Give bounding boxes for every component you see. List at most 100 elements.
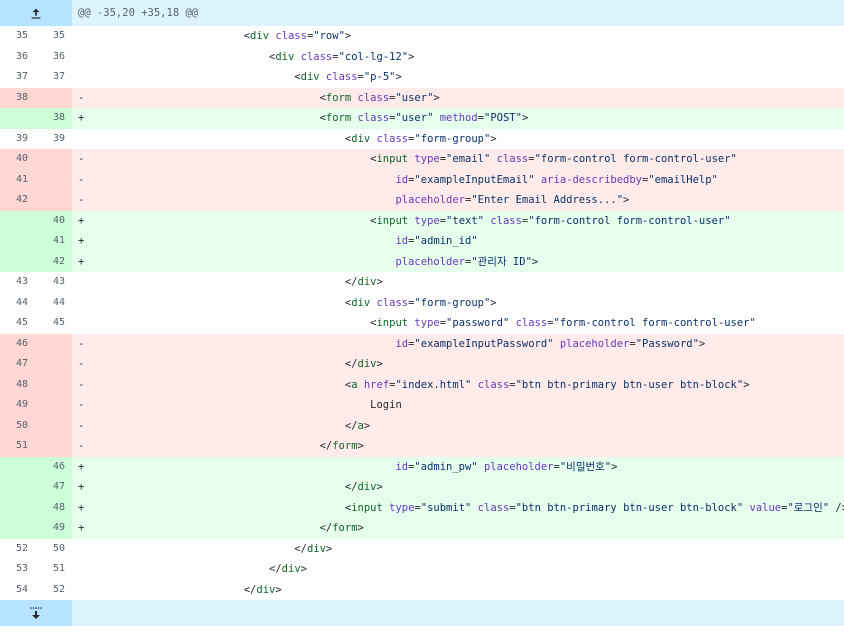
old-line-number[interactable]: 37: [0, 67, 35, 88]
new-line-number[interactable]: [35, 87, 72, 108]
new-line-number[interactable]: [35, 395, 72, 416]
diff-marker: -: [78, 337, 85, 350]
code-line: - <a href="index.html" class="btn btn-pr…: [72, 375, 844, 396]
old-line-number[interactable]: [0, 108, 35, 129]
old-line-number[interactable]: 48: [0, 374, 35, 395]
new-line-number[interactable]: 44: [35, 292, 72, 313]
code-token: "exampleInputPassword": [414, 337, 554, 350]
new-line-number[interactable]: 48: [35, 497, 72, 518]
code-token: type: [414, 317, 440, 329]
new-line-number[interactable]: [35, 354, 72, 375]
new-line-number[interactable]: 42: [35, 251, 72, 272]
new-line-number[interactable]: 47: [35, 477, 72, 498]
old-line-number[interactable]: 47: [0, 354, 35, 375]
old-line-number[interactable]: 54: [0, 579, 35, 600]
old-line-number[interactable]: 46: [0, 333, 35, 354]
code-token: </: [269, 563, 282, 575]
new-line-number[interactable]: 35: [35, 26, 72, 47]
old-line-number[interactable]: 39: [0, 128, 35, 149]
code-token: "col-lg-12": [338, 50, 409, 63]
new-line-number[interactable]: 46: [35, 456, 72, 477]
old-line-number[interactable]: 51: [0, 436, 35, 457]
diff-line: 50 - </a>: [0, 415, 844, 436]
diff-line: 45 45 <input type="password" class="form-…: [0, 313, 844, 334]
old-line-number[interactable]: 53: [0, 559, 35, 580]
new-line-number[interactable]: [35, 374, 72, 395]
new-line-number[interactable]: 50: [35, 538, 72, 559]
code-token: </: [344, 481, 358, 493]
code-line: <div class="form-group">: [72, 293, 844, 314]
new-line-number[interactable]: [35, 436, 72, 457]
code-token: div: [306, 542, 326, 555]
old-line-number[interactable]: 36: [0, 46, 35, 67]
old-line-number[interactable]: 45: [0, 313, 35, 334]
old-line-number[interactable]: 38: [0, 87, 35, 108]
old-line-number[interactable]: [0, 477, 35, 498]
old-line-number[interactable]: [0, 231, 35, 252]
code-token: placeholder: [395, 194, 465, 206]
old-line-number[interactable]: 41: [0, 169, 35, 190]
code-token: >: [275, 583, 282, 596]
expand-down-button[interactable]: [0, 600, 72, 626]
diff-line: 42 - placeholder="Enter Email Address..."…: [0, 190, 844, 211]
old-line-number[interactable]: 49: [0, 395, 35, 416]
new-line-number[interactable]: [35, 333, 72, 354]
code-token: class: [477, 378, 510, 391]
new-line-number[interactable]: 43: [35, 272, 72, 293]
code-token: >: [698, 337, 706, 350]
expand-up-button[interactable]: [0, 0, 72, 26]
code-token: >: [363, 419, 371, 432]
code-line: <div class="p-5">: [72, 67, 844, 88]
diff-marker: -: [78, 173, 85, 186]
code-token: class: [376, 132, 409, 145]
old-line-number[interactable]: 43: [0, 272, 35, 293]
code-token: >: [490, 132, 497, 145]
code-token: placeholder: [483, 460, 554, 473]
new-line-number[interactable]: 36: [35, 46, 72, 67]
diff-marker: [78, 67, 92, 88]
diff-marker: [78, 313, 92, 334]
new-line-number[interactable]: [35, 149, 72, 170]
old-line-number[interactable]: 44: [0, 292, 35, 313]
code-line: + <input type="submit" class="btn btn-pr…: [72, 498, 844, 519]
new-line-number[interactable]: [35, 190, 72, 211]
new-line-number[interactable]: 40: [35, 210, 72, 231]
old-line-number[interactable]: [0, 251, 35, 272]
code-line: - <form class="user">: [72, 88, 844, 109]
new-line-number[interactable]: 51: [35, 559, 72, 580]
new-line-number[interactable]: 45: [35, 313, 72, 334]
new-line-number[interactable]: 52: [35, 579, 72, 600]
old-line-number[interactable]: 42: [0, 190, 35, 211]
code-token: >: [376, 481, 383, 493]
diff-line: 48 + <input type="submit" class="btn btn-…: [0, 497, 844, 519]
old-line-number[interactable]: [0, 456, 35, 477]
new-line-number[interactable]: 39: [35, 128, 72, 149]
new-line-number[interactable]: 41: [35, 231, 72, 252]
old-line-number[interactable]: 50: [0, 415, 35, 436]
new-line-number[interactable]: 38: [35, 108, 72, 129]
old-line-number[interactable]: [0, 210, 35, 231]
code-token: aria-describedby: [540, 173, 643, 186]
old-line-number[interactable]: 35: [0, 26, 35, 47]
old-line-number[interactable]: [0, 518, 35, 539]
code-token: div: [281, 563, 301, 575]
new-line-number[interactable]: [35, 169, 72, 190]
code-line: + <form class="user" method="POST">: [72, 108, 844, 129]
code-token: >: [325, 542, 333, 555]
code-token: id: [395, 337, 409, 350]
old-line-number[interactable]: 52: [0, 538, 35, 559]
new-line-number[interactable]: 49: [35, 518, 72, 539]
new-line-number[interactable]: [35, 415, 72, 436]
new-line-number[interactable]: 37: [35, 67, 72, 88]
code-token: class: [357, 112, 390, 124]
code-token: "form-group": [414, 132, 491, 145]
old-line-number[interactable]: [0, 497, 35, 518]
old-line-number[interactable]: 40: [0, 149, 35, 170]
code-token: "form-control form-control-user": [553, 317, 756, 329]
